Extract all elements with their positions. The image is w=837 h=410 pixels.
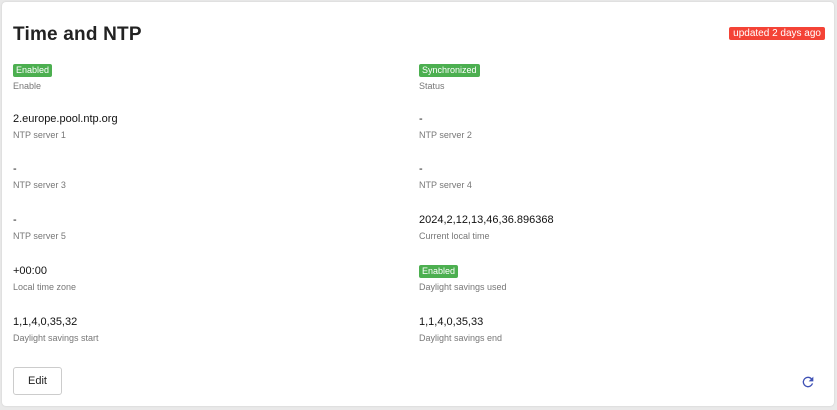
- field-ntp-server-2: - NTP server 2: [419, 111, 472, 140]
- field-label: Current local time: [419, 231, 490, 241]
- field-label: Daylight savings end: [419, 333, 503, 343]
- updated-badge: updated 2 days ago: [729, 27, 825, 40]
- field-ntp-server-3: - NTP server 3: [13, 161, 66, 190]
- field-label: NTP server 4: [419, 180, 472, 190]
- field-ntp-server-4: - NTP server 4: [419, 161, 472, 190]
- enable-status-badge: Enabled: [13, 64, 53, 77]
- field-value: 1,1,4,0,35,33: [419, 316, 484, 328]
- field-label: NTP server 3: [13, 180, 66, 190]
- card-title: Time and NTP: [13, 24, 142, 45]
- field-label: Local time zone: [13, 282, 77, 292]
- field-status: Synchronized Status: [419, 62, 480, 91]
- field-daylight-savings-used: Enabled Daylight savings used: [419, 263, 507, 292]
- field-label: Enable: [13, 81, 42, 91]
- field-local-time-zone: +00:00 Local time zone: [13, 263, 76, 292]
- time-ntp-card: Time and NTP updated 2 days ago Enabled …: [2, 2, 834, 406]
- field-daylight-savings-start: 1,1,4,0,35,32 Daylight savings start: [13, 314, 99, 343]
- field-value: 2.europe.pool.ntp.org: [13, 113, 118, 125]
- field-ntp-server-1: 2.europe.pool.ntp.org NTP server 1: [13, 111, 118, 140]
- field-daylight-savings-end: 1,1,4,0,35,33 Daylight savings end: [419, 314, 502, 343]
- field-label: NTP server 2: [419, 130, 472, 140]
- field-label: NTP server 1: [13, 130, 66, 140]
- refresh-icon[interactable]: [800, 374, 816, 390]
- field-value: 2024,2,12,13,46,36.896368: [419, 214, 554, 226]
- field-value: -: [13, 214, 17, 226]
- field-label: Daylight savings used: [419, 282, 507, 292]
- dst-used-badge: Enabled: [419, 265, 459, 278]
- field-value: 1,1,4,0,35,32: [13, 316, 78, 328]
- field-label: NTP server 5: [13, 231, 66, 241]
- edit-button[interactable]: Edit: [13, 367, 62, 395]
- field-ntp-server-5: - NTP server 5: [13, 212, 66, 241]
- field-label: Daylight savings start: [13, 333, 99, 343]
- field-current-local-time: 2024,2,12,13,46,36.896368 Current local …: [419, 212, 554, 241]
- field-value: +00:00: [13, 265, 47, 277]
- field-value: -: [13, 163, 17, 175]
- sync-status-badge: Synchronized: [419, 64, 480, 77]
- field-enable: Enabled Enable: [13, 62, 53, 91]
- field-value: -: [419, 163, 423, 175]
- field-label: Status: [419, 81, 445, 91]
- field-value: -: [419, 113, 423, 125]
